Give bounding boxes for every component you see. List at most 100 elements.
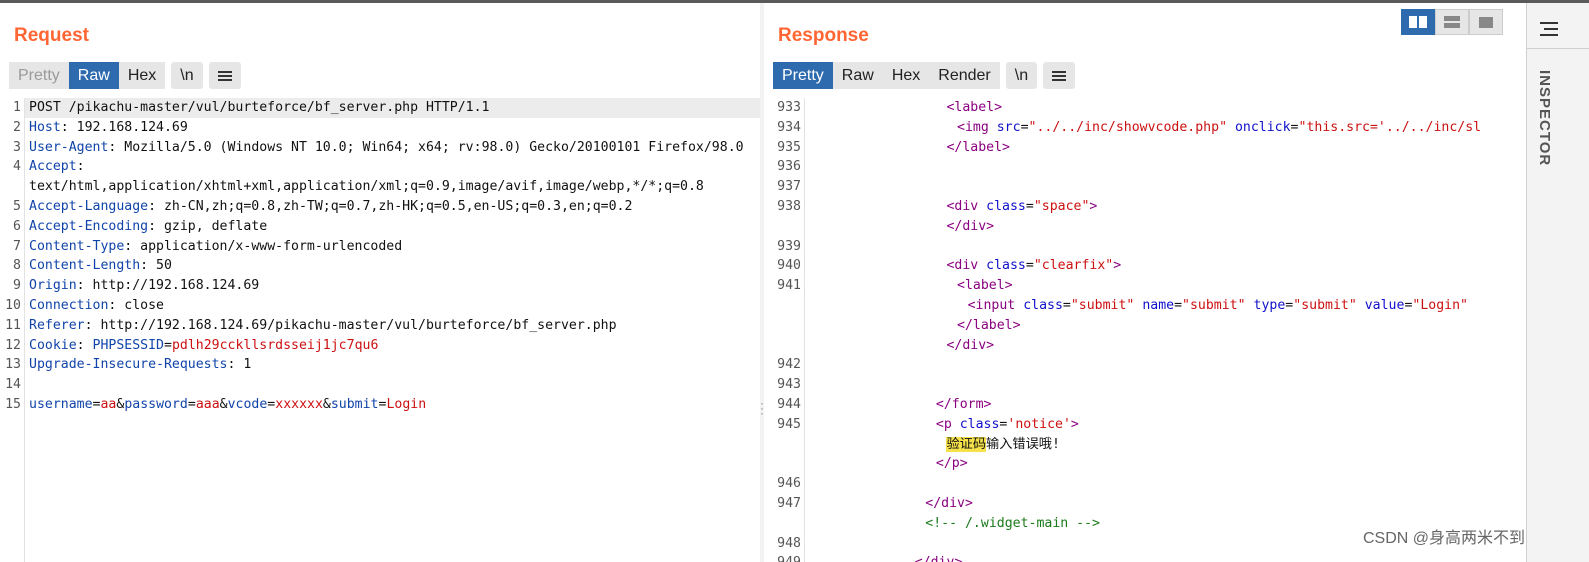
cookie-value: pdlh29cckllsrdsseij1jc7qu6 [171, 337, 379, 353]
header-name: Origin [29, 278, 77, 294]
line-number [764, 435, 801, 455]
line-number: 943 [777, 377, 801, 393]
tag-bracket: </label [957, 317, 1013, 333]
request-line: Accept-Encoding: gzip, deflate [29, 217, 267, 237]
request-tab-pretty[interactable]: Pretty [9, 62, 69, 89]
tag-bracket: <div [946, 199, 979, 214]
layout-split-columns-button[interactable] [1401, 9, 1435, 35]
line-number: 948 [777, 535, 801, 551]
request-line: Upgrade-Insecure-Requests: 1 [29, 355, 251, 375]
layout-single-pane-button[interactable] [1469, 9, 1503, 35]
header-name: Referer [29, 317, 85, 333]
response-line-gutter: 933 934 935 936 937 938 939 940 941 942 943 944 945 9… [764, 98, 805, 562]
param-name: username [29, 397, 93, 412]
tag-bracket: <label [946, 100, 995, 115]
request-line: Connection: close [29, 296, 164, 316]
line-number: 13 [5, 357, 21, 373]
attr-value: "space" [1033, 199, 1090, 214]
response-line: <p class='notice'> [936, 415, 1079, 435]
attr-value: 'notice' [1007, 416, 1071, 432]
line-number [764, 454, 801, 474]
tag-close: > [1070, 416, 1079, 432]
response-line: <input class="submit" name="submit" type… [968, 296, 1468, 316]
response-line: </div> [915, 553, 963, 562]
header-name: Cookie [29, 337, 77, 353]
tag-close: > [983, 397, 992, 412]
response-line: <img src="../../inc/showvcode.php" oncli… [957, 118, 1481, 138]
response-line: </label> [957, 316, 1021, 336]
tag-close: > [986, 218, 995, 234]
request-line: User-Agent: Mozilla/5.0 (Windows NT 10.0… [29, 138, 744, 158]
request-newline-toggle[interactable]: \n [171, 62, 203, 89]
response-line: </p> [936, 454, 968, 474]
watermark: CSDN @身高两米不到 [1363, 530, 1526, 547]
tag-bracket: <label [957, 278, 1005, 294]
split-columns-icon [1409, 16, 1427, 28]
tag-bracket: </div [925, 496, 965, 511]
attr-name: class [959, 416, 1000, 432]
inspector-menu-icon[interactable] [1540, 22, 1558, 40]
request-editor[interactable]: 1 2 3 4 5 6 7 8 9 10 11 12 13 14 15 POST /pikachu-mast… [0, 98, 760, 562]
response-tab-pretty[interactable]: Pretty [773, 62, 833, 89]
line-number: 947 [777, 496, 801, 511]
response-menu-button[interactable] [1043, 62, 1076, 89]
line-number: 1 [13, 100, 21, 115]
layout-switcher [1401, 9, 1503, 35]
tag-bracket: <input [967, 298, 1016, 313]
header-name: Connection [29, 298, 109, 313]
line-number: 935 [777, 139, 801, 155]
param-value: aaa [195, 397, 220, 412]
tag-close: > [959, 456, 968, 472]
header-name: User-Agent [29, 139, 109, 155]
equals-sign: = [164, 337, 172, 353]
tag-close: > [1002, 139, 1010, 155]
param-name: vcode [227, 397, 268, 412]
response-tab-raw[interactable]: Raw [832, 62, 883, 89]
response-tab-hex[interactable]: Hex [882, 62, 930, 89]
header-separator: : [76, 337, 93, 353]
response-line: <label> [957, 276, 1013, 296]
param-name: password [124, 397, 188, 412]
request-tab-raw[interactable]: Raw [68, 62, 119, 89]
attr-name: onclick [1234, 119, 1291, 135]
request-line: text/html,application/xhtml+xml,applicat… [29, 179, 704, 195]
inspector-tab[interactable]: INSPECTOR [1535, 70, 1555, 190]
attr-value: "submit" [1070, 298, 1135, 313]
header-separator: : zh-CN,zh;q=0.8,zh-TW;q=0.7,zh-HK;q=0.5… [148, 199, 633, 214]
line-number: 15 [5, 397, 21, 412]
line-number: 3 [13, 139, 21, 155]
request-tab-hex[interactable]: Hex [118, 62, 166, 89]
header-name: Accept-Language [29, 199, 149, 214]
tag-bracket: </div [946, 337, 987, 353]
header-separator: : http://192.168.124.69 [76, 278, 260, 294]
response-editor[interactable]: 933 934 935 936 937 938 939 940 941 942 943 944 945 9… [764, 98, 1526, 562]
attr-value: "submit" [1182, 298, 1246, 313]
request-pane: Request Pretty Raw Hex \n 1 2 3 4 5 6 7 8 9 10 11 1… [0, 3, 760, 562]
layout-split-rows-button[interactable] [1435, 9, 1469, 35]
header-separator: : Mozilla/5.0 (Windows NT 10.0; Win64; x… [108, 139, 744, 155]
line-number: 6 [13, 218, 21, 234]
line-number [764, 514, 801, 534]
request-menu-button[interactable] [208, 62, 241, 89]
response-pane: Response Pretty Raw Hex Render \n 933 934… [764, 3, 1526, 562]
request-line: Referer: http://192.168.124.69/pikachu-m… [29, 316, 617, 336]
line-number [764, 296, 801, 316]
response-newline-toggle[interactable]: \n [1005, 62, 1038, 89]
line-number [764, 316, 801, 336]
request-view-tabs: Pretty Raw Hex \n [9, 62, 241, 89]
equals-sign: = [1290, 119, 1299, 135]
line-number: 937 [777, 179, 801, 195]
tag-bracket: <img [957, 119, 989, 135]
line-number: 949 [764, 553, 801, 562]
response-line: </div> [946, 336, 994, 356]
line-number: 938 [777, 199, 801, 214]
param-value: xxxxxx [275, 397, 323, 412]
hamburger-icon [217, 70, 232, 81]
response-tab-render[interactable]: Render [929, 62, 1000, 89]
attr-name: type [1253, 298, 1286, 313]
inspector-label: INSPECTOR [1536, 70, 1553, 167]
